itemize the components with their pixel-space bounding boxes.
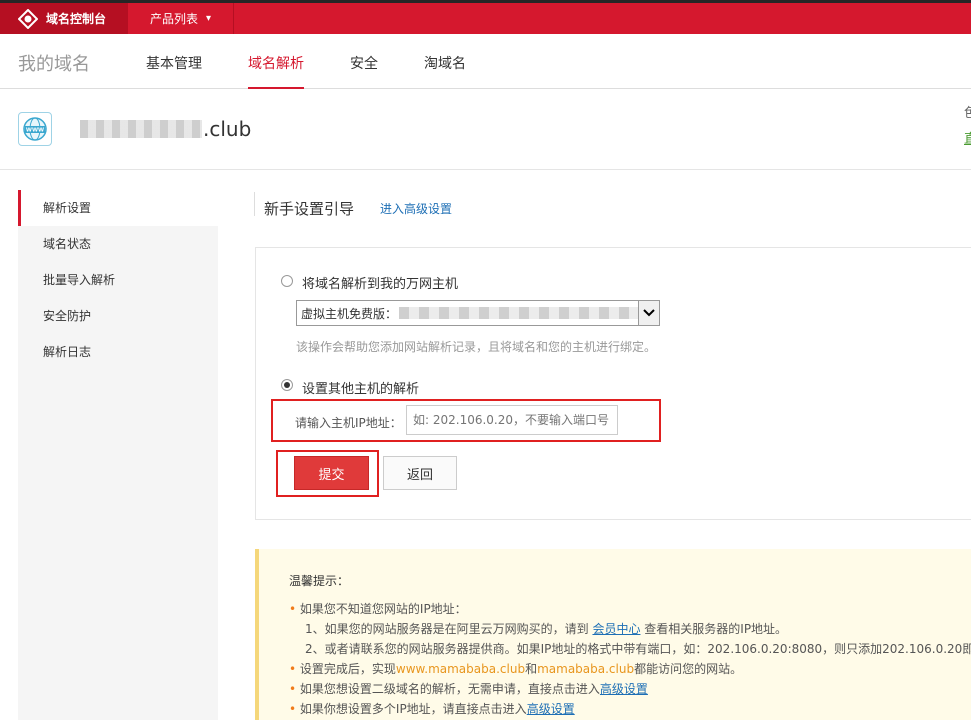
product-list-label: 产品列表 <box>149 12 198 26</box>
advanced-settings-link-subdomain[interactable]: 高级设置 <box>600 682 648 696</box>
host-select-prefix: 虚拟主机免费版： <box>301 306 398 321</box>
example-url-root: mamababa.club <box>537 662 635 676</box>
submit-button[interactable]: 提交 <box>294 456 369 490</box>
tab-dns-resolution[interactable]: 域名解析 <box>248 53 304 89</box>
ip-address-label: 请输入主机IP地址： <box>295 416 402 430</box>
heading-divider <box>254 192 255 216</box>
edge-clipped-text: 色 <box>964 106 971 121</box>
option-other-host-label: 设置其他主机的解析 <box>302 382 420 397</box>
sidebar-item-dns-settings[interactable]: 解析设置 <box>18 190 218 226</box>
sidebar-item-domain-status[interactable]: 域名状态 <box>18 226 218 262</box>
edge-clipped-link[interactable]: 直 <box>964 128 971 147</box>
guide-title: 新手设置引导 <box>264 200 355 218</box>
tip-line: • 如果您想设置二级域名的解析，无需申请，直接点击进入高级设置 <box>289 682 648 696</box>
sidebar-item-security-protection[interactable]: 安全防护 <box>18 298 218 334</box>
chevron-down-icon: ▾ <box>205 13 212 24</box>
host-select[interactable]: 虚拟主机免费版： ) <box>296 300 660 326</box>
tab-basic-management[interactable]: 基本管理 <box>146 53 202 89</box>
wanwang-logo-icon <box>18 8 38 29</box>
domain-name-redacted <box>80 120 202 138</box>
domain-suffix: .club <box>203 117 252 141</box>
console-logo[interactable]: 域名控制台 <box>0 3 128 34</box>
sidebar-item-batch-import[interactable]: 批量导入解析 <box>18 262 218 298</box>
sidebar-item-dns-log[interactable]: 解析日志 <box>18 334 218 370</box>
bullet-icon: • <box>289 682 297 696</box>
tip-line: 1、如果您的网站服务器是在阿里云万网购买的，请到 会员中心 查看相关服务器的IP… <box>305 622 788 636</box>
sidebar: 解析设置 域名状态 批量导入解析 安全防护 解析日志 <box>18 190 218 720</box>
advanced-settings-link[interactable]: 进入高级设置 <box>380 200 452 217</box>
member-center-link[interactable]: 会员中心 <box>592 622 640 636</box>
sub-nav: 我的域名 基本管理 域名解析 安全 淘域名 <box>0 34 971 89</box>
page-title: 我的域名 <box>18 54 90 75</box>
console-title: 域名控制台 <box>46 12 107 26</box>
tab-security[interactable]: 安全 <box>350 53 378 89</box>
tip-line: • 如果您不知道您网站的IP地址： <box>289 602 467 616</box>
bullet-icon: • <box>289 662 297 676</box>
domain-header: WWW .club 色 直 <box>0 90 971 170</box>
top-bar: 域名控制台 产品列表 ▾ <box>0 0 971 34</box>
binding-hint: 该操作会帮助您添加网站解析记录，且将域名和您的主机进行绑定。 <box>296 340 657 354</box>
tip-line: • 如果你想设置多个IP地址，请直接点击进入高级设置 <box>289 702 575 716</box>
option-wanwang-host-label: 将域名解析到我的万网主机 <box>302 277 459 292</box>
product-list-menu[interactable]: 产品列表 ▾ <box>128 3 234 34</box>
bullet-icon: • <box>289 602 297 616</box>
tab-domain-market[interactable]: 淘域名 <box>424 53 466 89</box>
back-button[interactable]: 返回 <box>383 456 457 490</box>
svg-text:WWW: WWW <box>26 128 44 134</box>
tip-line: 2、或者请联系您的网站服务器提供商。如果IP地址的格式中带有端口，如：202.1… <box>305 642 971 656</box>
radio-other-host[interactable] <box>281 379 293 391</box>
advanced-settings-link-multi-ip[interactable]: 高级设置 <box>527 702 575 716</box>
bullet-icon: • <box>289 702 297 716</box>
host-select-redacted <box>399 307 640 319</box>
radio-wanwang-host[interactable] <box>281 275 293 287</box>
tips-title: 温馨提示： <box>289 574 350 588</box>
tip-line: • 设置完成后，实现www.mamababa.club和mamababa.clu… <box>289 662 743 676</box>
ip-address-input[interactable] <box>406 405 618 435</box>
example-url-www: www.mamababa.club <box>395 662 526 676</box>
chevron-down-icon[interactable] <box>638 301 659 325</box>
www-globe-icon: WWW <box>18 112 52 146</box>
